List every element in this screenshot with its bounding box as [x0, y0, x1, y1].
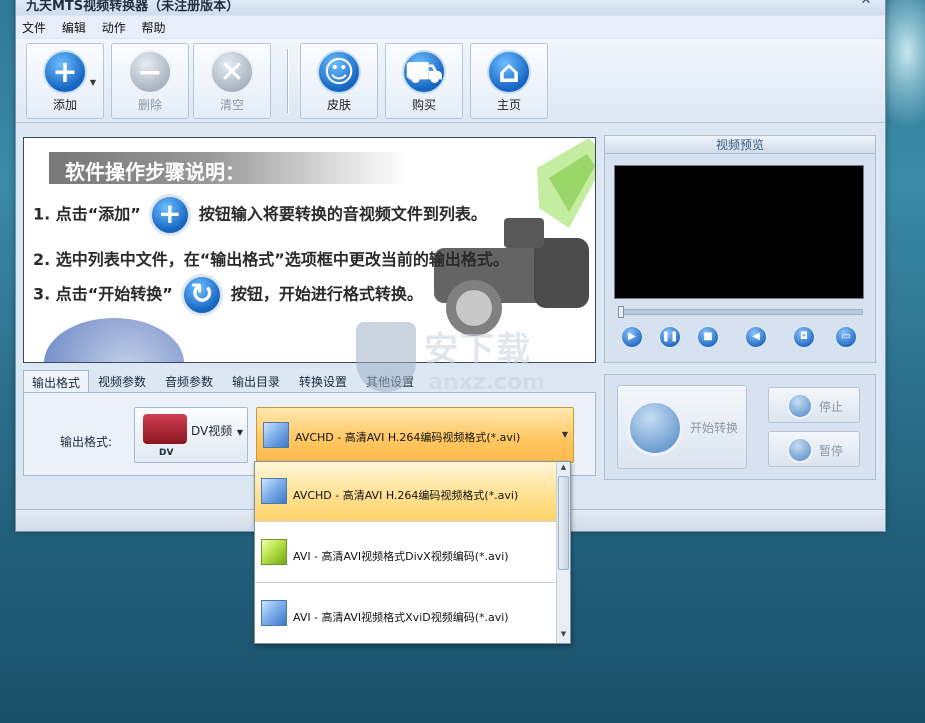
chevron-down-icon: ▼ [561, 430, 568, 439]
snapshot-camera-icon[interactable]: ◘ [793, 326, 815, 348]
play-icon[interactable]: ▶ [621, 326, 643, 348]
dropdown-scrollbar[interactable]: ▲ ▼ [556, 462, 570, 643]
folder-icon[interactable]: ▭ [835, 326, 857, 348]
buy-button[interactable]: ⛟ 购买 [385, 43, 463, 119]
step-3-text-a: 3. 点击“开始转换” [33, 284, 173, 304]
stop-button[interactable]: 停止 [768, 387, 860, 423]
app-window: 九天MTS视频转换器（未注册版本） ✕ 文件 编辑 动作 帮助 + 添加 ▼ −… [15, 0, 886, 532]
pause-label: 暂停 [819, 444, 844, 458]
format-dropdown-list: AVCHD - 高清AVI H.264编码视频格式(*.avi) AVI - 高… [254, 461, 571, 644]
refresh-arrow-icon: ↻ [180, 274, 223, 316]
tab-output-format[interactable]: 输出格式 [23, 370, 90, 392]
blue-cube-icon [261, 600, 287, 626]
volume-icon[interactable]: ◀ [745, 326, 767, 348]
format-select[interactable]: AVCHD - 高清AVI H.264编码视频格式(*.avi) ▼ [256, 407, 574, 463]
delete-label: 删除 [137, 98, 162, 112]
stop-icon[interactable]: ■ [697, 326, 719, 348]
skin-label: 皮肤 [326, 98, 351, 112]
minus-icon: − [128, 50, 172, 94]
seek-bar[interactable] [618, 306, 863, 318]
delete-button[interactable]: − 删除 [111, 43, 189, 119]
device-tag: DV [159, 448, 174, 458]
blue-cube-icon [261, 478, 287, 504]
watermark-cn: 安下载 [424, 330, 532, 370]
clear-label: 清空 [219, 98, 244, 112]
smiley-icon: ☺ [317, 50, 361, 94]
device-name: DV视频 [191, 424, 233, 438]
disc-illustration [44, 318, 184, 362]
video-preview-panel: 视频预览 ▶ ❚❚ ■ ◀ ◘ ▭ [604, 135, 876, 363]
camcorder-icon [143, 414, 187, 444]
preview-title: 视频预览 [605, 136, 875, 154]
tab-video-params[interactable]: 视频参数 [90, 370, 154, 392]
menu-help[interactable]: 帮助 [136, 16, 172, 36]
skin-button[interactable]: ☺ 皮肤 [300, 43, 378, 119]
video-screen [614, 165, 864, 299]
seek-handle[interactable] [618, 306, 624, 318]
home-label: 主页 [496, 98, 521, 112]
step-3: 3. 点击“开始转换” ↻ 按钮，开始进行格式转换。 [33, 274, 423, 316]
format-option-label: AVI - 高清AVI视频格式DivX视频编码(*.avi) [293, 550, 509, 563]
toolbar-separator [287, 49, 289, 113]
menu-bar: 文件 编辑 动作 帮助 [16, 16, 885, 38]
window-title: 九天MTS视频转换器（未注册版本） [26, 0, 240, 14]
title-bar: 九天MTS视频转换器（未注册版本） ✕ [16, 0, 885, 15]
clear-button[interactable]: ✕ 清空 [193, 43, 271, 119]
plus-icon: + [148, 194, 191, 236]
format-select-value: AVCHD - 高清AVI H.264编码视频格式(*.avi) [295, 431, 521, 444]
refresh-arrow-icon [627, 400, 683, 456]
scroll-thumb[interactable] [558, 476, 569, 570]
output-format-label: 输出格式: [60, 435, 113, 449]
window-close-button[interactable]: ✕ [857, 0, 875, 9]
menu-action[interactable]: 动作 [96, 16, 132, 36]
home-button[interactable]: ⌂ 主页 [470, 43, 548, 119]
action-panel: 开始转换 停止 暂停 [604, 374, 876, 480]
stop-icon [787, 393, 813, 419]
pause-icon[interactable]: ❚❚ [659, 326, 681, 348]
pause-button[interactable]: 暂停 [768, 431, 860, 467]
step-1: 1. 点击“添加” + 按钮输入将要转换的音视频文件到列表。 [33, 194, 487, 236]
toolbar: + 添加 ▼ − 删除 ✕ 清空 ☺ 皮肤 ⛟ 购买 ⌂ 主页 [16, 39, 885, 123]
stop-label: 停止 [819, 400, 844, 414]
green-cube-icon [261, 539, 287, 565]
x-icon: ✕ [210, 50, 254, 94]
format-option[interactable]: AVI - 高清AVI视频格式DivX视频编码(*.avi) [255, 523, 558, 583]
step-1-text-b: 按钮输入将要转换的音视频文件到列表。 [198, 204, 487, 224]
buy-label: 购买 [411, 98, 436, 112]
blue-cube-icon [263, 422, 289, 448]
tab-audio-params[interactable]: 音频参数 [157, 370, 221, 392]
start-convert-label: 开始转换 [690, 421, 739, 435]
pause-icon [787, 437, 813, 463]
home-icon: ⌂ [487, 50, 531, 94]
add-button[interactable]: + 添加 ▼ [26, 43, 104, 119]
add-dropdown-arrow-icon[interactable]: ▼ [90, 78, 96, 87]
chevron-down-icon: ▼ [236, 428, 243, 437]
add-label: 添加 [52, 98, 77, 112]
tab-output-dir[interactable]: 输出目录 [224, 370, 288, 392]
menu-edit[interactable]: 编辑 [56, 16, 92, 36]
instructions-heading-text: 软件操作步骤说明： [65, 160, 245, 184]
format-option-label: AVCHD - 高清AVI H.264编码视频格式(*.avi) [293, 489, 519, 502]
plus-icon: + [43, 50, 87, 94]
watermark-logo: 安下载 anxz.com [356, 318, 571, 408]
device-select[interactable]: DV视频 DV ▼ [134, 407, 248, 463]
step-1-text-a: 1. 点击“添加” [33, 204, 141, 224]
shield-icon [356, 322, 416, 392]
menu-file[interactable]: 文件 [16, 16, 52, 36]
watermark-en: anxz.com [428, 370, 545, 395]
step-2: 2. 选中列表中文件，在“输出格式”选项框中更改当前的输出格式。 [33, 250, 509, 269]
format-option-label: AVI - 高清AVI视频格式XviD视频编码(*.avi) [293, 611, 509, 624]
tab-convert-settings[interactable]: 转换设置 [291, 370, 355, 392]
instructions-heading: 软件操作步骤说明： [49, 152, 409, 184]
scroll-down-icon[interactable]: ▼ [558, 630, 569, 642]
cart-icon: ⛟ [402, 50, 446, 94]
format-option[interactable]: AVCHD - 高清AVI H.264编码视频格式(*.avi) [255, 462, 558, 522]
scroll-up-icon[interactable]: ▲ [558, 463, 569, 475]
format-option[interactable]: AVI - 高清AVI视频格式XviD视频编码(*.avi) [255, 584, 558, 643]
step-3-text-b: 按钮，开始进行格式转换。 [230, 284, 423, 304]
start-convert-button[interactable]: 开始转换 [617, 385, 747, 469]
